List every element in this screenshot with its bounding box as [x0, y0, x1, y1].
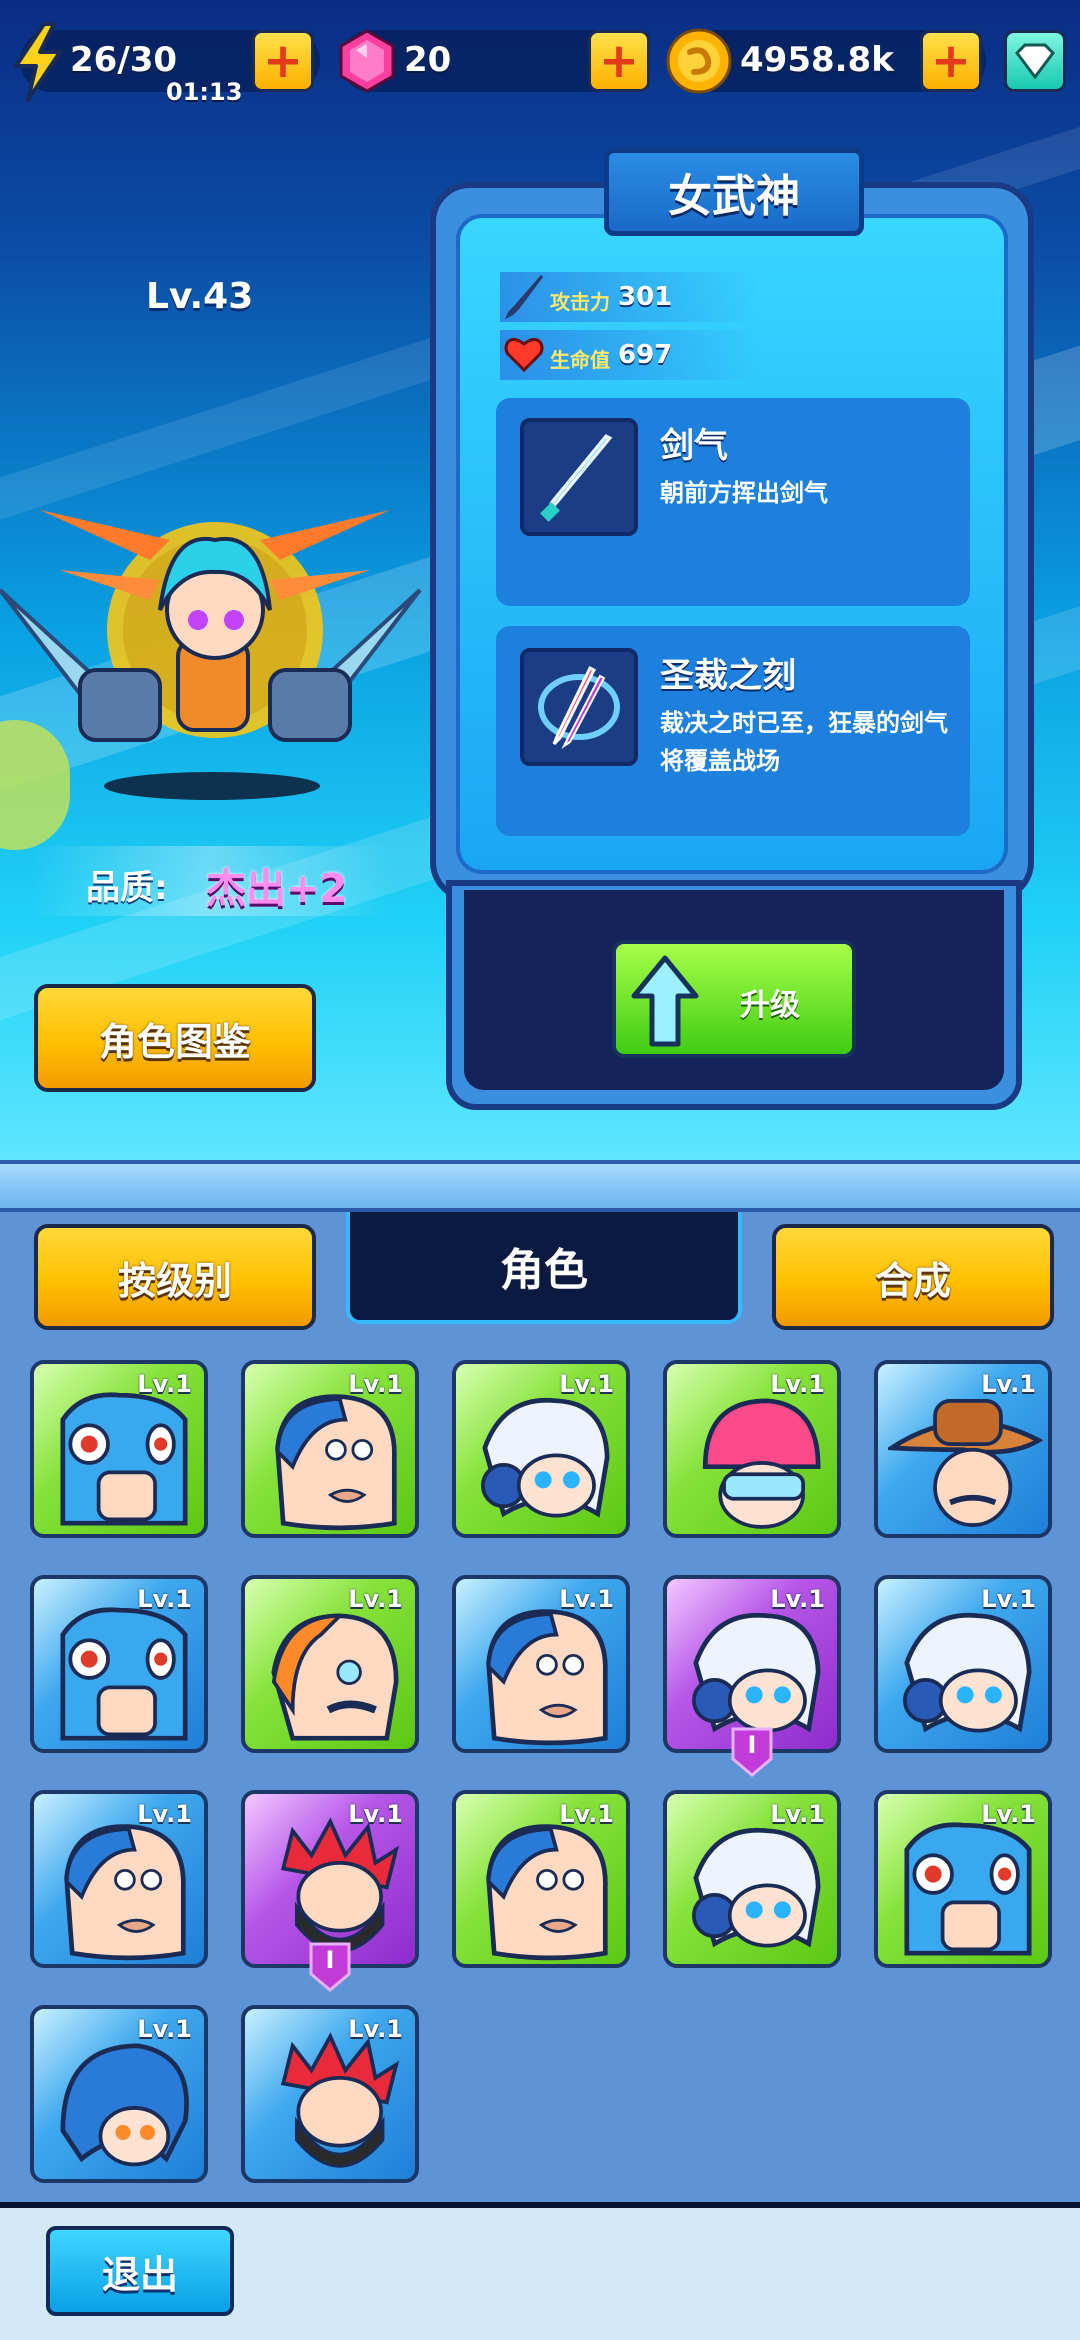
character-portrait: [486, 1824, 608, 1961]
skill-name: 剑气: [660, 426, 728, 466]
character-card[interactable]: Lv.1: [241, 2005, 419, 2183]
character-portrait: [275, 1394, 397, 1531]
quality-value: 杰出+2: [206, 866, 348, 912]
character-card[interactable]: Lv.1: [663, 1790, 841, 1968]
character-level: Lv.1: [137, 1370, 192, 1398]
character-level: Lv.1: [770, 1370, 825, 1398]
character-card[interactable]: Lv.1: [30, 1575, 208, 1753]
character-level: Lv.1: [770, 1800, 825, 1828]
character-portrait: [60, 2043, 189, 2167]
upgrade-label: 升级: [740, 988, 800, 1023]
energy-value: 26/30: [70, 40, 178, 80]
tab-characters[interactable]: 角色: [346, 1212, 742, 1324]
character-level: Lv.1: [981, 1370, 1036, 1398]
merge-button[interactable]: 合成: [772, 1224, 1054, 1330]
section-divider: [0, 1160, 1080, 1212]
character-portrait: [64, 1824, 186, 1961]
coin-icon: [666, 28, 732, 94]
character-card[interactable]: Lv.1: [30, 2005, 208, 2183]
character-portrait: [60, 1607, 188, 1741]
character-level: Lv.1: [137, 1585, 192, 1613]
arrow-up-icon: [631, 955, 699, 1047]
attack-value: 301: [618, 282, 673, 312]
character-portrait: [486, 1609, 608, 1746]
rank-text: I: [325, 1946, 335, 1974]
character-portrait: [280, 2032, 400, 2168]
character-portrait: [60, 1392, 188, 1526]
skill-judgment-icon: [520, 648, 638, 766]
character-level: Lv.1: [770, 1585, 825, 1613]
character-level: Lv.1: [348, 1800, 403, 1828]
add-coins-button[interactable]: +: [920, 30, 982, 92]
character-card[interactable]: Lv.1: [241, 1575, 419, 1753]
character-card[interactable]: Lv.1: [241, 1360, 419, 1538]
character-level: Lv.1: [137, 1800, 192, 1828]
character-portrait: [702, 1398, 821, 1529]
resource-bar: 26/30 01:13 + 20 + 4958.8k +: [0, 0, 1080, 120]
character-level: Lv.1: [559, 1370, 614, 1398]
character-portrait: [481, 1397, 610, 1518]
energy-timer: 01:13: [166, 78, 243, 106]
character-card[interactable]: Lv.1: [30, 1360, 208, 1538]
skill-description: 裁决之时已至，狂暴的剑气将覆盖战场: [660, 709, 948, 775]
coin-value: 4958.8k: [740, 40, 894, 80]
character-portrait: [692, 1827, 821, 1948]
character-level: Lv.1: [559, 1800, 614, 1828]
character-card[interactable]: Lv.1: [874, 1575, 1052, 1753]
gem-icon: [339, 29, 395, 93]
character-level: Lv.1: [981, 1585, 1036, 1613]
exit-button[interactable]: 退出: [46, 2226, 234, 2316]
health-label: 生命值: [550, 348, 610, 372]
character-card[interactable]: Lv.1: [452, 1360, 630, 1538]
sword-icon: [504, 275, 544, 320]
character-level: Lv.1: [348, 2015, 403, 2043]
sort-by-level-button[interactable]: 按级别: [34, 1224, 316, 1330]
character-card[interactable]: Lv.1: [874, 1360, 1052, 1538]
character-card[interactable]: Lv.1: [452, 1575, 630, 1753]
character-card[interactable]: Lv.1: [30, 1790, 208, 1968]
character-level: Lv.1: [348, 1585, 403, 1613]
upgrade-button[interactable]: [612, 940, 856, 1058]
heart-icon: [504, 337, 544, 372]
gem-value: 20: [404, 40, 452, 80]
lightning-icon: [14, 22, 62, 102]
rank-text: I: [747, 1731, 757, 1759]
skill-name: 圣裁之刻: [660, 656, 796, 696]
rank-badge: I: [307, 1940, 353, 1994]
character-level: Lv.1: [137, 2015, 192, 2043]
character-portrait: [271, 1613, 399, 1741]
character-level: Lv.1: [348, 1370, 403, 1398]
health-value: 697: [618, 340, 673, 370]
character-card[interactable]: Lv.1: [663, 1360, 841, 1538]
hero-level: Lv.43: [146, 276, 254, 317]
quality-label: 品质:: [86, 868, 168, 908]
add-gems-button[interactable]: +: [588, 30, 650, 92]
skill-slash-icon: [520, 418, 638, 536]
character-portrait: [888, 1398, 1044, 1527]
character-level: Lv.1: [981, 1800, 1036, 1828]
rank-badge: I: [729, 1725, 775, 1779]
character-portrait: [903, 1612, 1032, 1733]
character-portrait: [904, 1822, 1032, 1956]
character-level: Lv.1: [559, 1585, 614, 1613]
add-energy-button[interactable]: +: [252, 30, 314, 92]
character-card[interactable]: Lv.1: [452, 1790, 630, 1968]
shop-button[interactable]: [1004, 30, 1066, 92]
attack-label: 攻击力: [550, 290, 610, 314]
character-codex-button[interactable]: 角色图鉴: [34, 984, 316, 1092]
character-card[interactable]: Lv.1: [874, 1790, 1052, 1968]
hero-name: 女武神: [604, 148, 864, 236]
diamond-icon: [1015, 43, 1055, 80]
skill-description: 朝前方挥出剑气: [660, 479, 828, 507]
